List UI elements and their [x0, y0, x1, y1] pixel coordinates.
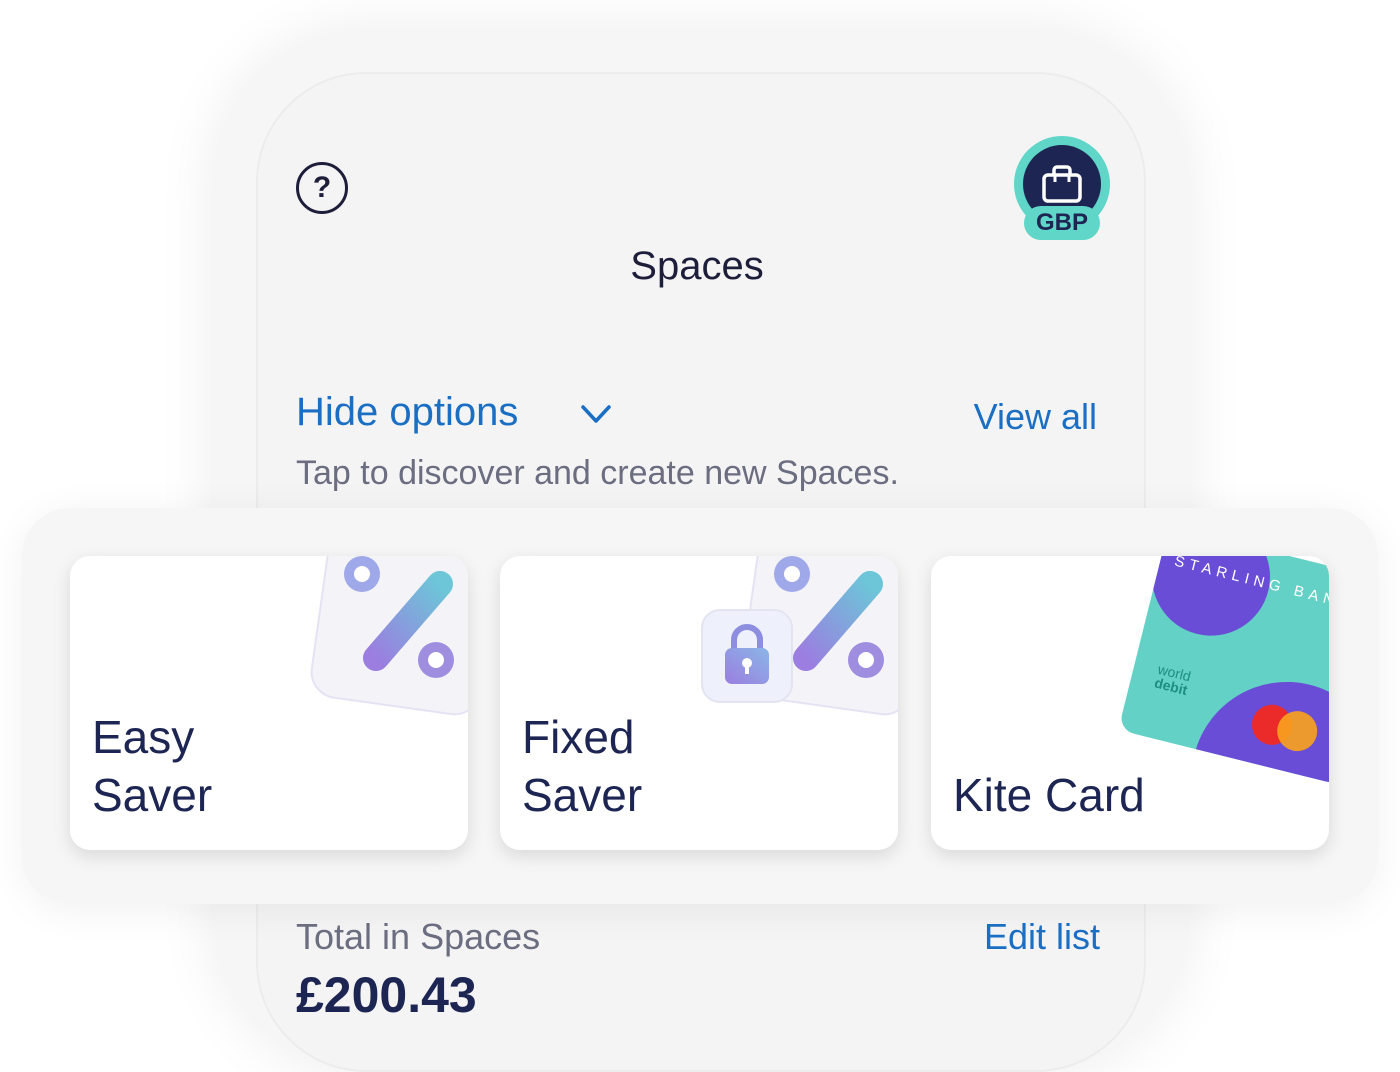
card-title-line1: Easy [92, 711, 195, 763]
card-title-line1: Kite Card [953, 769, 1145, 821]
card-title-line1: Fixed [522, 711, 635, 763]
card-title-line2: Saver [522, 769, 643, 821]
help-icon: ? [312, 171, 332, 204]
fixed-saver-card[interactable]: Fixed Saver [500, 556, 898, 850]
debit-card-icon: STARLING BAN world debit [1118, 556, 1329, 786]
account-switcher-button[interactable]: GBP [1014, 136, 1110, 240]
card-title-line2: Saver [92, 769, 213, 821]
help-button[interactable]: ? [296, 162, 348, 214]
options-subtitle: Tap to discover and create new Spaces. [296, 454, 899, 492]
briefcase-icon [1042, 165, 1082, 203]
kite-card-card[interactable]: STARLING BAN world debit Kite Card [931, 556, 1329, 850]
view-all-link[interactable]: View all [974, 396, 1097, 438]
padlock-icon [701, 609, 793, 703]
total-in-spaces-label: Total in Spaces [296, 916, 541, 957]
percent-icon [310, 556, 468, 716]
edit-list-link[interactable]: Edit list [984, 916, 1100, 958]
currency-badge: GBP [1024, 206, 1100, 240]
total-in-spaces-value: £200.43 [296, 967, 477, 1023]
page-title: Spaces [630, 244, 764, 288]
hide-options-button[interactable]: Hide options [296, 390, 518, 435]
easy-saver-card[interactable]: Easy Saver [70, 556, 468, 850]
chevron-down-icon[interactable] [580, 402, 612, 426]
